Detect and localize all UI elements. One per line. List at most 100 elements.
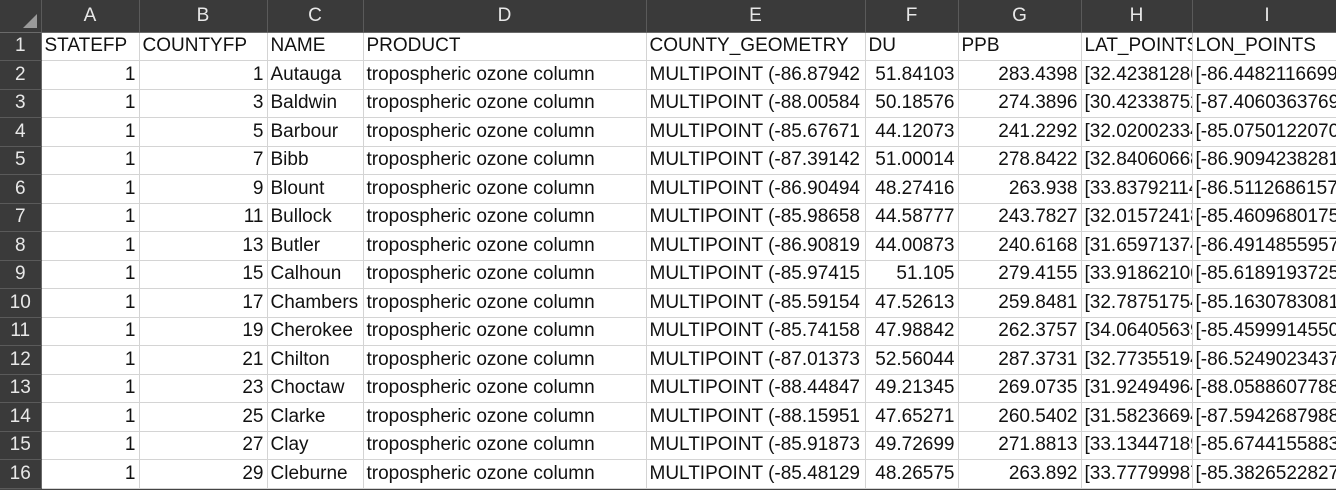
cell-h12[interactable]: [32.7735519409 (1081, 345, 1193, 375)
cell-b12[interactable]: 21 (139, 345, 268, 375)
cell-i13[interactable]: [-88.0588607788 (1192, 374, 1336, 403)
cell-b11[interactable]: 19 (139, 317, 268, 346)
cell-c10[interactable]: Chambers (267, 288, 364, 318)
cell-c13[interactable]: Choctaw (267, 374, 364, 403)
cell-a13[interactable]: 1 (41, 374, 140, 403)
cell-f3[interactable]: 50.18576 (865, 89, 959, 118)
cell-a3[interactable]: 1 (41, 89, 140, 118)
cell-d15[interactable]: tropospheric ozone column (363, 431, 647, 460)
cell-a8[interactable]: 1 (41, 231, 140, 261)
cell-c8[interactable]: Butler (267, 231, 364, 261)
cell-e12[interactable]: MULTIPOINT (-87.01373 (646, 345, 866, 375)
cell-e14[interactable]: MULTIPOINT (-88.15951 (646, 402, 866, 432)
cell-i11[interactable]: [-85.4599914550 (1192, 317, 1336, 346)
cell-e3[interactable]: MULTIPOINT (-88.00584 (646, 89, 866, 118)
cell-d13[interactable]: tropospheric ozone column (363, 374, 647, 403)
cell-b13[interactable]: 23 (139, 374, 268, 403)
cell-d12[interactable]: tropospheric ozone column (363, 345, 647, 375)
cell-f15[interactable]: 49.72699 (865, 431, 959, 460)
cell-h7[interactable]: [32.0157241821 (1081, 203, 1193, 232)
cell-d7[interactable]: tropospheric ozone column (363, 203, 647, 232)
cell-a16[interactable]: 1 (41, 459, 140, 489)
row-header-6[interactable]: 6 (0, 174, 42, 204)
cell-e4[interactable]: MULTIPOINT (-85.67671 (646, 117, 866, 147)
cell-e13[interactable]: MULTIPOINT (-88.44847 (646, 374, 866, 403)
row-header-15[interactable]: 15 (0, 431, 42, 460)
cell-c16[interactable]: Cleburne (267, 459, 364, 489)
cell-d3[interactable]: tropospheric ozone column (363, 89, 647, 118)
column-header-d[interactable]: D (363, 0, 647, 33)
cell-d4[interactable]: tropospheric ozone column (363, 117, 647, 147)
cell-f2[interactable]: 51.84103 (865, 60, 959, 90)
cell-e10[interactable]: MULTIPOINT (-85.59154 (646, 288, 866, 318)
cell-c6[interactable]: Blount (267, 174, 364, 204)
cell-f6[interactable]: 48.27416 (865, 174, 959, 204)
column-header-c[interactable]: C (267, 0, 364, 33)
row-header-4[interactable]: 4 (0, 117, 42, 147)
cell-c5[interactable]: Bibb (267, 146, 364, 175)
cell-g8[interactable]: 240.6168 (958, 231, 1082, 261)
cell-h14[interactable]: [31.5823669433 (1081, 402, 1193, 432)
cell-h8[interactable]: [31.6597137451 (1081, 231, 1193, 261)
cell-h15[interactable]: [33.1344718933 (1081, 431, 1193, 460)
select-all-corner[interactable] (0, 0, 42, 33)
cell-b1[interactable]: COUNTYFP (139, 32, 268, 61)
cell-h13[interactable]: [31.9249496459 (1081, 374, 1193, 403)
cell-f7[interactable]: 44.58777 (865, 203, 959, 232)
cell-b2[interactable]: 1 (139, 60, 268, 90)
cell-a11[interactable]: 1 (41, 317, 140, 346)
cell-d1[interactable]: PRODUCT (363, 32, 647, 61)
row-header-8[interactable]: 8 (0, 231, 42, 261)
cell-f16[interactable]: 48.26575 (865, 459, 959, 489)
column-header-a[interactable]: A (41, 0, 140, 33)
cell-a9[interactable]: 1 (41, 260, 140, 289)
row-header-12[interactable]: 12 (0, 345, 42, 375)
cell-a6[interactable]: 1 (41, 174, 140, 204)
cell-g7[interactable]: 243.7827 (958, 203, 1082, 232)
row-header-3[interactable]: 3 (0, 89, 42, 118)
cell-f5[interactable]: 51.00014 (865, 146, 959, 175)
cell-b5[interactable]: 7 (139, 146, 268, 175)
row-header-10[interactable]: 10 (0, 288, 42, 318)
cell-b16[interactable]: 29 (139, 459, 268, 489)
row-header-1[interactable]: 1 (0, 32, 42, 61)
cell-f10[interactable]: 47.52613 (865, 288, 959, 318)
cell-i7[interactable]: [-85.4609680175 (1192, 203, 1336, 232)
column-header-g[interactable]: G (958, 0, 1082, 33)
cell-a12[interactable]: 1 (41, 345, 140, 375)
cell-g13[interactable]: 269.0735 (958, 374, 1082, 403)
cell-d5[interactable]: tropospheric ozone column (363, 146, 647, 175)
column-header-b[interactable]: B (139, 0, 268, 33)
row-header-11[interactable]: 11 (0, 317, 42, 346)
cell-e5[interactable]: MULTIPOINT (-87.39142 (646, 146, 866, 175)
cell-a14[interactable]: 1 (41, 402, 140, 432)
cell-c7[interactable]: Bullock (267, 203, 364, 232)
cell-d10[interactable]: tropospheric ozone column (363, 288, 647, 318)
cell-d8[interactable]: tropospheric ozone column (363, 231, 647, 261)
column-header-e[interactable]: E (646, 0, 866, 33)
cell-i9[interactable]: [-85.6189193725 (1192, 260, 1336, 289)
cell-b9[interactable]: 15 (139, 260, 268, 289)
cell-a15[interactable]: 1 (41, 431, 140, 460)
cell-e2[interactable]: MULTIPOINT (-86.87942 (646, 60, 866, 90)
cell-f12[interactable]: 52.56044 (865, 345, 959, 375)
cell-a5[interactable]: 1 (41, 146, 140, 175)
cell-b6[interactable]: 9 (139, 174, 268, 204)
cell-g5[interactable]: 278.8422 (958, 146, 1082, 175)
cell-h4[interactable]: [32.0200233459 (1081, 117, 1193, 147)
cell-g9[interactable]: 279.4155 (958, 260, 1082, 289)
cell-c9[interactable]: Calhoun (267, 260, 364, 289)
row-header-13[interactable]: 13 (0, 374, 42, 403)
cell-b7[interactable]: 11 (139, 203, 268, 232)
cell-h6[interactable]: [33.8379211425 (1081, 174, 1193, 204)
cell-f13[interactable]: 49.21345 (865, 374, 959, 403)
cell-d2[interactable]: tropospheric ozone column (363, 60, 647, 90)
cell-h3[interactable]: [30.4233875274 (1081, 89, 1193, 118)
cell-f4[interactable]: 44.12073 (865, 117, 959, 147)
cell-b3[interactable]: 3 (139, 89, 268, 118)
cell-f8[interactable]: 44.00873 (865, 231, 959, 261)
cell-e9[interactable]: MULTIPOINT (-85.97415 (646, 260, 866, 289)
column-header-h[interactable]: H (1081, 0, 1193, 33)
row-header-7[interactable]: 7 (0, 203, 42, 232)
cell-f9[interactable]: 51.105 (865, 260, 959, 289)
